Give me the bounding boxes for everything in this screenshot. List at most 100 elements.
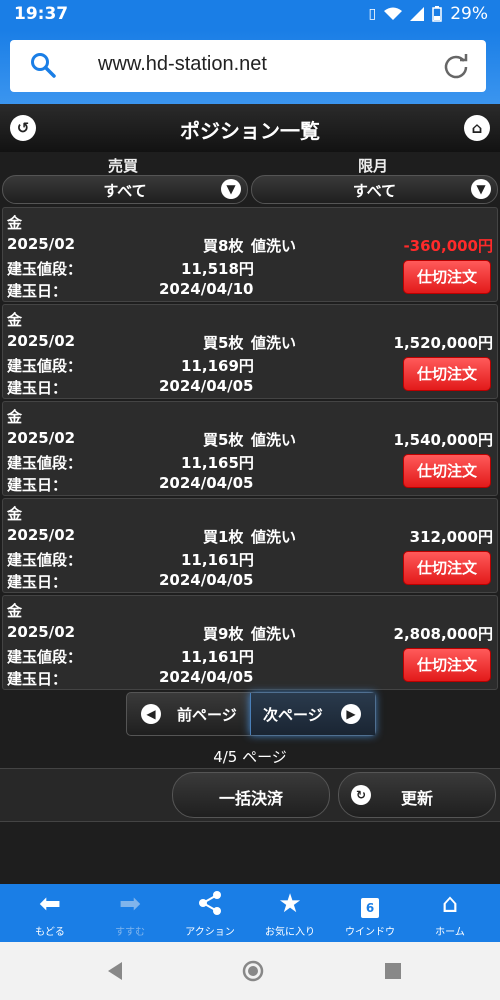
valuation-method: 値洗い — [251, 237, 297, 255]
recents-square-icon[interactable] — [382, 960, 404, 982]
date-label: 建玉日： — [7, 573, 68, 591]
filter-bar: 売買 すべて ▼ 限月 すべて ▼ — [0, 152, 500, 204]
month-filter-value: すべて — [352, 182, 397, 200]
system-nav-bar — [0, 942, 500, 1000]
battery-icon — [432, 6, 442, 22]
side-filter-label: 売買 — [108, 157, 139, 175]
profit-loss: 312,000円 — [409, 528, 493, 546]
action-bar: 一括決済 ↻ 更新 — [0, 768, 500, 822]
battery-percent: 29% — [450, 4, 488, 24]
close-order-button[interactable]: 仕切注文 — [403, 260, 491, 294]
close-order-button[interactable]: 仕切注文 — [403, 648, 491, 682]
close-order-button[interactable]: 仕切注文 — [403, 551, 491, 585]
valuation-method: 値洗い — [251, 528, 297, 546]
date-label: 建玉日： — [7, 379, 68, 397]
date-label: 建玉日： — [7, 476, 68, 494]
entry-price: 11,169円 — [181, 357, 254, 375]
chevron-down-icon: ▼ — [221, 179, 241, 199]
url-text[interactable]: www.hd-station.net — [98, 53, 267, 76]
valuation-method: 値洗い — [251, 334, 297, 352]
price-label: 建玉値段： — [7, 454, 83, 472]
refresh-button[interactable]: ↻ 更新 — [338, 772, 496, 818]
status-icons: ▯ 29% — [368, 4, 488, 24]
nav-action[interactable]: アクション — [170, 884, 250, 942]
nav-window-label: ウインドウ — [345, 927, 395, 938]
valuation-method: 値洗い — [251, 625, 297, 643]
product-name: 金 — [7, 311, 23, 329]
close-order-button[interactable]: 仕切注文 — [403, 454, 491, 488]
url-bar[interactable]: www.hd-station.net — [10, 40, 486, 92]
month-filter-label: 限月 — [358, 157, 389, 175]
quantity: 買1枚 — [203, 528, 244, 546]
entry-date: 2024/04/05 — [159, 377, 254, 395]
profit-loss: 2,808,000円 — [393, 625, 493, 643]
chevron-left-icon: ◀ — [141, 704, 161, 724]
nav-forward[interactable]: ➡ すすむ — [90, 884, 170, 942]
price-label: 建玉値段： — [7, 551, 83, 569]
nav-favorite-label: お気に入り — [265, 927, 315, 938]
close-order-button[interactable]: 仕切注文 — [403, 357, 491, 391]
entry-price: 11,161円 — [181, 648, 254, 666]
back-triangle-icon[interactable] — [104, 960, 126, 982]
status-bar: 19:37 ▯ 29% — [0, 0, 500, 30]
contract-month: 2025/02 — [7, 526, 76, 544]
month-filter-select[interactable]: すべて ▼ — [251, 175, 498, 204]
profit-loss: -360,000円 — [403, 237, 493, 255]
browser-bottom-nav: ⬅ もどる ➡ すすむ アクション ★ お気に入り 6 ウインドウ ⌂ ホーム — [0, 884, 500, 942]
quantity: 買5枚 — [203, 431, 244, 449]
side-filter-select[interactable]: すべて ▼ — [2, 175, 248, 204]
prev-page-button[interactable]: ◀ 前ページ — [127, 693, 251, 735]
nav-favorite[interactable]: ★ お気に入り — [250, 884, 330, 942]
browser-toolbar: www.hd-station.net — [0, 30, 500, 104]
entry-date: 2024/04/10 — [159, 280, 254, 298]
nav-home[interactable]: ⌂ ホーム — [410, 884, 490, 942]
nav-back-label: もどる — [35, 927, 65, 938]
wifi-icon — [384, 7, 403, 20]
reload-icon[interactable] — [442, 52, 470, 80]
price-label: 建玉値段： — [7, 357, 83, 375]
nav-forward-label: すすむ — [115, 927, 145, 938]
nav-window[interactable]: 6 ウインドウ — [330, 884, 410, 942]
position-row: 金 2025/02 買8枚 値洗い -360,000円 建玉値段： 11,518… — [2, 207, 498, 302]
nav-home-label: ホーム — [435, 927, 465, 938]
refresh-label: 更新 — [400, 789, 433, 808]
valuation-method: 値洗い — [251, 431, 297, 449]
quantity: 買8枚 — [203, 237, 244, 255]
status-time: 19:37 — [14, 4, 69, 24]
position-row: 金 2025/02 買1枚 値洗い 312,000円 建玉値段： 11,161円… — [2, 498, 498, 593]
entry-date: 2024/04/05 — [159, 571, 254, 589]
window-icon: 6 — [330, 890, 410, 918]
quantity: 買5枚 — [203, 334, 244, 352]
next-page-button[interactable]: 次ページ ▶ — [250, 693, 375, 735]
contract-month: 2025/02 — [7, 429, 76, 447]
star-icon: ★ — [278, 889, 302, 919]
home-circle-icon[interactable] — [242, 960, 264, 982]
next-page-label: 次ページ — [263, 706, 323, 724]
product-name: 金 — [7, 505, 23, 523]
vibrate-icon: ▯ — [368, 6, 377, 22]
arrow-left-icon: ⬅ — [39, 889, 61, 919]
arrow-right-icon: ➡ — [119, 889, 141, 919]
share-icon — [170, 890, 250, 918]
nav-back[interactable]: ⬅ もどる — [10, 884, 90, 942]
settle-all-label: 一括決済 — [218, 789, 283, 808]
settle-all-button[interactable]: 一括決済 — [172, 772, 330, 818]
side-filter-value: すべて — [103, 182, 147, 200]
date-label: 建玉日： — [7, 282, 68, 300]
entry-price: 11,161円 — [181, 551, 254, 569]
product-name: 金 — [7, 214, 23, 232]
search-icon[interactable] — [30, 52, 56, 78]
contract-month: 2025/02 — [7, 623, 76, 641]
pagination: ◀ 前ページ 次ページ ▶ — [126, 692, 376, 736]
entry-date: 2024/04/05 — [159, 474, 254, 492]
contract-month: 2025/02 — [7, 235, 76, 253]
page-header: ↺ ポジション一覧 ⌂ — [0, 104, 500, 153]
position-row: 金 2025/02 買5枚 値洗い 1,520,000円 建玉値段： 11,16… — [2, 304, 498, 399]
signal-icon — [410, 7, 425, 21]
quantity: 買9枚 — [203, 625, 244, 643]
product-name: 金 — [7, 602, 23, 620]
home-icon[interactable]: ⌂ — [464, 115, 490, 141]
prev-page-label: 前ページ — [177, 706, 237, 724]
page-indicator: 4/5 ページ — [213, 748, 287, 766]
page-title: ポジション一覧 — [180, 119, 320, 143]
